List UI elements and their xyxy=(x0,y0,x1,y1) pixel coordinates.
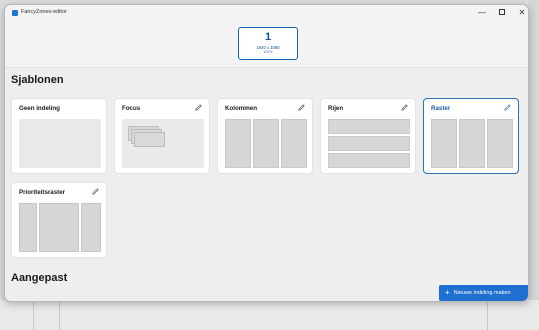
layout-card-title: Raster xyxy=(431,105,451,112)
layout-card-focus[interactable]: Focus xyxy=(114,98,210,174)
background-app-strip xyxy=(0,300,539,330)
monitor-1-button[interactable]: 1 1920 x 1080 100% xyxy=(238,27,298,60)
layout-preview-blank xyxy=(19,119,101,168)
layout-card-geen-indeling[interactable]: Geen indeling xyxy=(11,98,107,174)
layout-preview-priority-grid xyxy=(19,203,101,252)
maximize-icon xyxy=(499,9,505,16)
pencil-icon[interactable] xyxy=(297,103,306,112)
monitor-scale: 100% xyxy=(263,50,273,54)
layout-card-rijen[interactable]: Rijen xyxy=(320,98,416,174)
background-app-side xyxy=(529,0,539,300)
layout-card-title: Geen indeling xyxy=(19,105,60,112)
close-button[interactable]: ✕ xyxy=(512,7,528,19)
app-icon xyxy=(12,10,18,16)
layout-card-prioriteitsraster[interactable]: Prioriteitsraster xyxy=(11,182,107,258)
monitor-selector: 1 1920 x 1080 100% xyxy=(5,21,528,67)
fancyzones-editor-window: FancyZones-editor — ✕ 1 1920 x 1080 100%… xyxy=(4,4,529,302)
layout-card-raster[interactable]: Raster xyxy=(423,98,519,174)
pencil-icon[interactable] xyxy=(194,103,203,112)
layout-card-kolommen[interactable]: Kolommen xyxy=(217,98,313,174)
pencil-icon[interactable] xyxy=(503,103,512,112)
minimize-button[interactable]: — xyxy=(472,7,492,19)
layout-preview-focus xyxy=(122,119,204,168)
background-divider xyxy=(59,300,60,330)
pencil-icon[interactable] xyxy=(400,103,409,112)
custom-heading: Aangepast xyxy=(11,272,68,284)
plus-icon: + xyxy=(445,288,450,297)
layout-card-title: Kolommen xyxy=(225,105,257,112)
layout-preview-columns xyxy=(225,119,307,168)
layout-preview-rows xyxy=(328,119,410,168)
pencil-icon[interactable] xyxy=(91,187,100,196)
maximize-button[interactable] xyxy=(492,7,512,19)
layouts-panel: Sjablonen Geen indeling Focus Kolommen R… xyxy=(5,67,528,301)
layout-preview-grid xyxy=(431,119,513,168)
background-divider xyxy=(487,300,488,330)
new-layout-label: Nieuwe indeling maken xyxy=(453,290,511,296)
monitor-number: 1 xyxy=(264,31,272,43)
layout-card-title: Rijen xyxy=(328,105,344,112)
background-divider xyxy=(33,300,34,330)
layout-card-title: Focus xyxy=(122,105,141,112)
layout-card-title: Prioriteitsraster xyxy=(19,189,66,196)
templates-heading: Sjablonen xyxy=(11,74,64,86)
new-layout-button[interactable]: + Nieuwe indeling maken xyxy=(439,285,528,301)
window-title: FancyZones-editor xyxy=(21,9,67,15)
title-bar[interactable]: FancyZones-editor — ✕ xyxy=(5,5,528,21)
